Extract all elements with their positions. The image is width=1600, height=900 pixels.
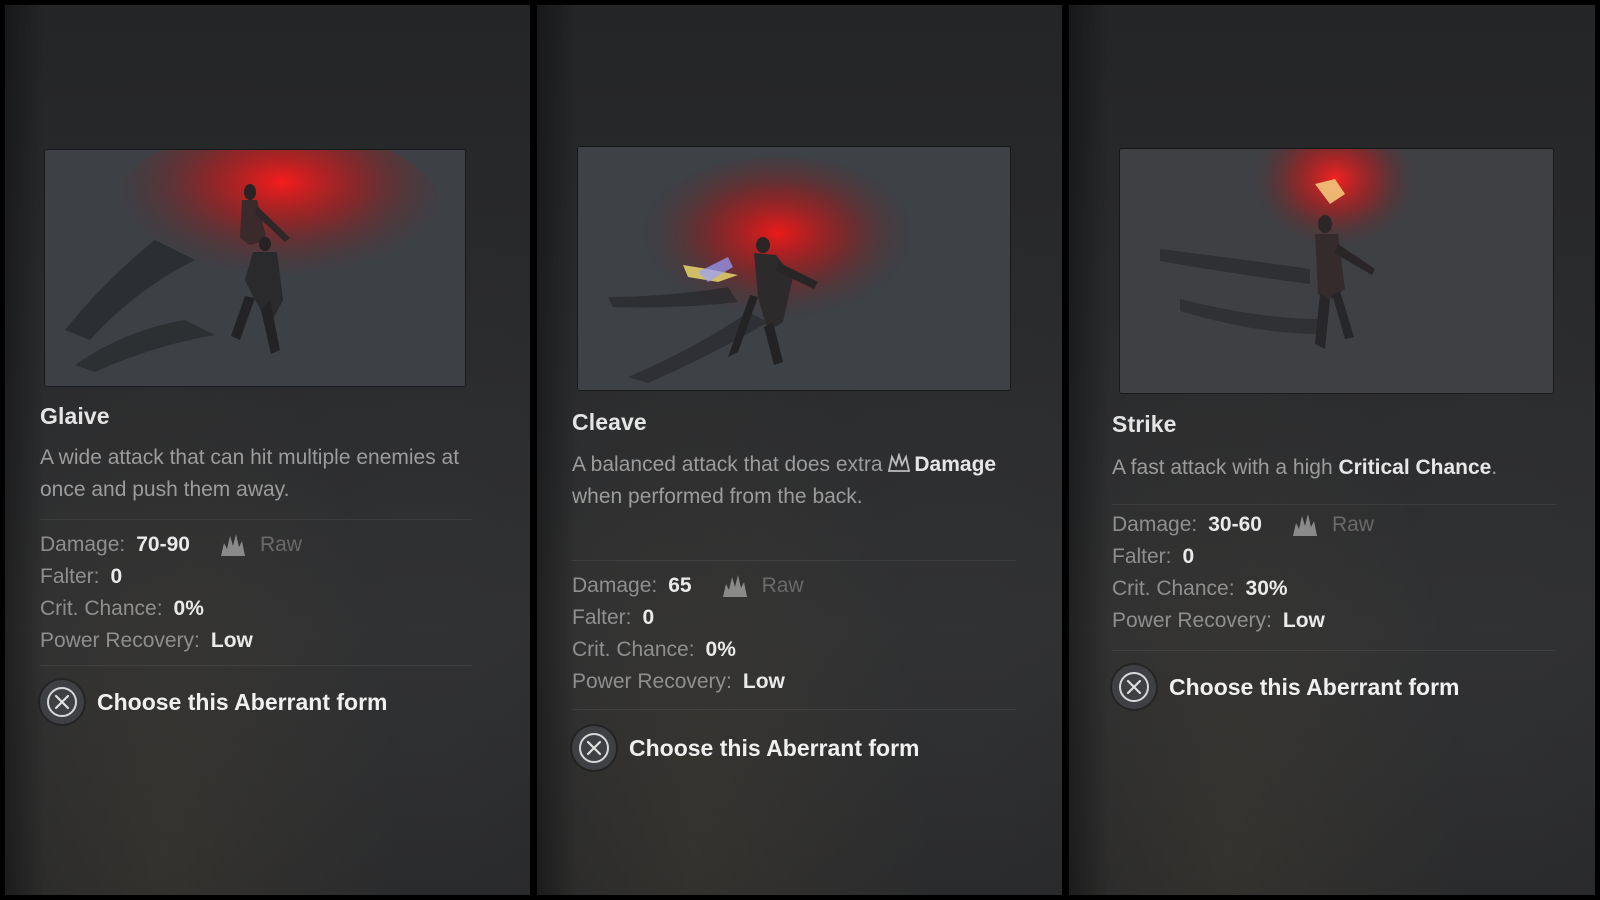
divider xyxy=(40,665,472,666)
attack-preview-image xyxy=(45,150,465,386)
stat-power-recovery: Power Recovery: Low xyxy=(40,625,302,657)
form-card-strike[interactable]: Strike A fast attack with a high Critica… xyxy=(1069,5,1595,895)
choose-form-button[interactable]: Choose this Aberrant form xyxy=(572,726,920,770)
aberrant-form-selection: Glaive A wide attack that can hit multip… xyxy=(0,0,1600,900)
description-text-post: . xyxy=(1491,456,1498,479)
description-text-post: when performed from the back. xyxy=(572,485,863,508)
stats-block: Damage: 30-60 Raw Falter: 0 Crit. Chance… xyxy=(1112,509,1374,637)
stat-falter: Falter: 0 xyxy=(572,602,804,634)
stats-block: Damage: 65 Raw Falter: 0 Crit. Chance: 0… xyxy=(572,570,804,698)
stat-value-damage: 30-60 xyxy=(1208,513,1262,536)
damage-icon xyxy=(888,451,911,472)
stat-value-falter: 0 xyxy=(110,565,123,588)
stat-falter: Falter: 0 xyxy=(40,561,302,593)
damage-type-label: Raw xyxy=(259,533,302,556)
attack-preview-image xyxy=(1120,149,1553,393)
stats-block: Damage: 70-90 Raw Falter: 0 Crit. Chance… xyxy=(40,529,302,657)
attack-title: Cleave xyxy=(572,409,647,435)
stat-damage: Damage: 65 Raw xyxy=(572,570,804,602)
attack-description: A balanced attack that does extra Damage… xyxy=(572,449,1012,513)
divider xyxy=(572,709,1016,710)
stat-value-crit: 0% xyxy=(173,597,204,620)
stat-value-falter: 0 xyxy=(642,606,655,629)
attack-description: A fast attack with a high Critical Chanc… xyxy=(1112,452,1562,484)
stat-value-damage: 70-90 xyxy=(136,533,190,556)
stat-damage: Damage: 70-90 Raw xyxy=(40,529,302,561)
attack-title: Glaive xyxy=(40,403,110,429)
divider xyxy=(572,560,1016,561)
form-card-glaive[interactable]: Glaive A wide attack that can hit multip… xyxy=(5,5,530,895)
form-card-cleave[interactable]: Cleave A balanced attack that does extra… xyxy=(537,5,1062,895)
cross-button-icon[interactable] xyxy=(1112,665,1156,709)
divider xyxy=(1112,504,1556,505)
choose-form-label[interactable]: Choose this Aberrant form xyxy=(629,735,920,762)
stat-value-damage: 65 xyxy=(668,574,692,597)
stat-label-crit: Crit. Chance: xyxy=(1112,577,1235,600)
stat-label-falter: Falter: xyxy=(40,565,100,588)
stat-label-crit: Crit. Chance: xyxy=(572,638,695,661)
attack-title: Strike xyxy=(1112,411,1177,437)
choose-form-label[interactable]: Choose this Aberrant form xyxy=(1169,674,1460,701)
stat-value-crit: 30% xyxy=(1245,577,1288,600)
divider xyxy=(40,519,472,520)
cross-button-icon[interactable] xyxy=(40,680,84,724)
stat-crit-chance: Crit. Chance: 0% xyxy=(40,593,302,625)
stat-crit-chance: Crit. Chance: 0% xyxy=(572,634,804,666)
choose-form-button[interactable]: Choose this Aberrant form xyxy=(40,680,388,724)
stat-power-recovery: Power Recovery: Low xyxy=(1112,605,1374,637)
attack-preview-image xyxy=(578,147,1010,390)
stat-label-power: Power Recovery: xyxy=(1112,609,1272,632)
stat-value-power: Low xyxy=(1282,609,1325,632)
stat-label-power: Power Recovery: xyxy=(572,670,732,693)
stat-label-damage: Damage: xyxy=(40,533,126,556)
raw-damage-icon xyxy=(220,532,246,558)
description-text: A fast attack with a high xyxy=(1112,456,1333,479)
stat-value-power: Low xyxy=(210,629,253,652)
description-highlight: Critical Chance xyxy=(1338,456,1492,479)
stat-label-damage: Damage: xyxy=(572,574,658,597)
divider xyxy=(1112,650,1556,651)
raw-damage-icon xyxy=(722,573,748,599)
stat-falter: Falter: 0 xyxy=(1112,541,1374,573)
stat-value-falter: 0 xyxy=(1182,545,1195,568)
attack-description: A wide attack that can hit multiple enem… xyxy=(40,446,460,501)
cross-button-icon[interactable] xyxy=(572,726,616,770)
stat-label-crit: Crit. Chance: xyxy=(40,597,163,620)
description-text: A balanced attack that does extra xyxy=(572,453,883,476)
stat-label-falter: Falter: xyxy=(572,606,632,629)
stat-label-falter: Falter: xyxy=(1112,545,1172,568)
stat-crit-chance: Crit. Chance: 30% xyxy=(1112,573,1374,605)
stat-value-power: Low xyxy=(742,670,785,693)
stat-value-crit: 0% xyxy=(705,638,736,661)
description-highlight: Damage xyxy=(888,451,997,476)
stat-power-recovery: Power Recovery: Low xyxy=(572,666,804,698)
choose-form-label[interactable]: Choose this Aberrant form xyxy=(97,689,388,716)
stat-damage: Damage: 30-60 Raw xyxy=(1112,509,1374,541)
damage-type-label: Raw xyxy=(761,574,804,597)
raw-damage-icon xyxy=(1292,512,1318,538)
damage-type-label: Raw xyxy=(1331,513,1374,536)
stat-label-power: Power Recovery: xyxy=(40,629,200,652)
choose-form-button[interactable]: Choose this Aberrant form xyxy=(1112,665,1460,709)
stat-label-damage: Damage: xyxy=(1112,513,1198,536)
description-highlight-text: Damage xyxy=(914,453,997,476)
